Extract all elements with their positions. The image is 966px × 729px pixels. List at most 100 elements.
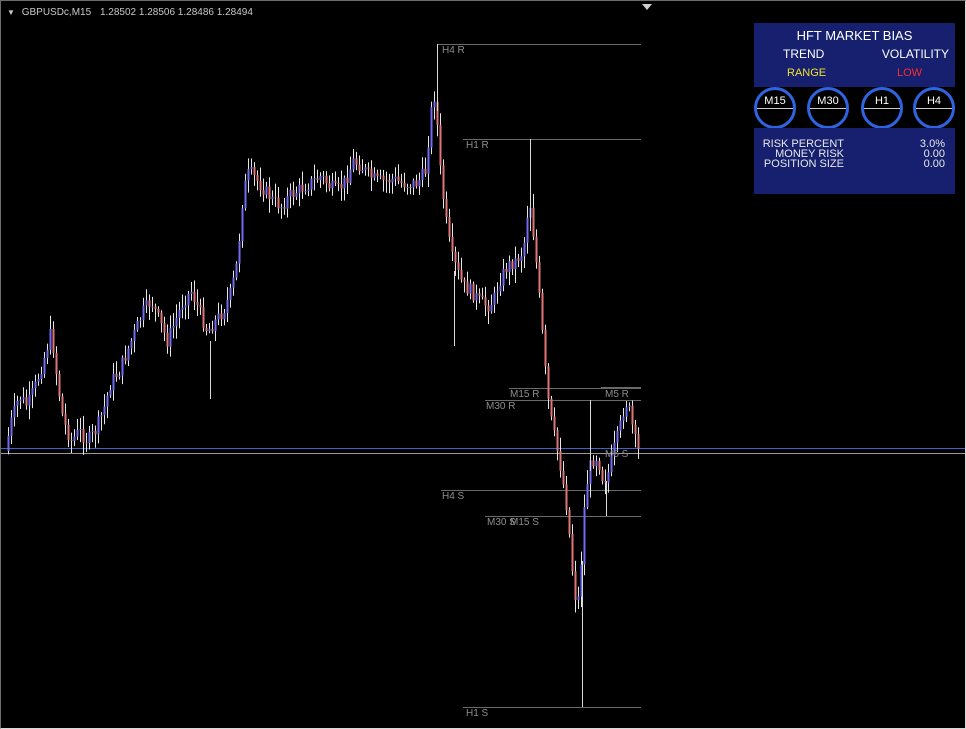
candle-body	[496, 291, 499, 293]
candle-body	[616, 430, 619, 443]
candle-body	[601, 470, 604, 482]
candle-body	[460, 269, 463, 280]
candle-body	[298, 184, 301, 194]
candle-body	[493, 292, 496, 305]
candle-body	[358, 164, 361, 172]
candle-body	[487, 305, 490, 312]
candle-body	[163, 323, 166, 333]
candle-body	[382, 175, 385, 180]
candle-body	[346, 177, 349, 183]
candle-body	[238, 241, 241, 264]
candle-body	[445, 198, 448, 217]
level-label-h4-r: H4 R	[442, 45, 465, 56]
candle-body	[619, 420, 622, 431]
candle-body	[520, 256, 523, 261]
candle-body	[127, 348, 130, 361]
candle-body	[268, 186, 271, 200]
candle-body	[403, 182, 406, 188]
candle-body	[280, 207, 283, 209]
candle-body	[631, 405, 634, 425]
candle-body	[160, 312, 163, 324]
candle-body	[109, 390, 112, 396]
timeframe-m30-indicator: M30	[807, 87, 849, 129]
candle-body	[406, 186, 409, 188]
timeframe-label: M30	[817, 95, 839, 107]
candle-body	[355, 158, 358, 165]
candle-body	[178, 309, 181, 318]
level-label-h1-r: H1 R	[466, 140, 489, 151]
level-label-m5-s: M5 S	[605, 449, 629, 460]
candle-body	[106, 395, 109, 407]
candle-body	[139, 320, 142, 322]
level-label-m30-r: M30 R	[486, 401, 516, 412]
candle-body	[136, 320, 139, 330]
candle-body	[367, 167, 370, 169]
candle-body	[31, 388, 34, 395]
candle-body	[439, 124, 442, 166]
position-size-value: 0.00	[923, 158, 945, 170]
candle-body	[124, 357, 127, 361]
candle-body	[364, 167, 367, 170]
chart-window[interactable]: ▼ GBPUSDc,M15 1.28502 1.28506 1.28486 1.…	[0, 0, 966, 729]
candle-body	[295, 193, 298, 197]
candle-body	[577, 596, 580, 601]
candle-body	[304, 191, 307, 193]
candle-body	[388, 180, 391, 183]
candle-body	[58, 374, 61, 397]
candle-body	[412, 180, 415, 188]
candle-body	[385, 179, 388, 181]
candle-body	[307, 189, 310, 192]
timeframe-divider	[757, 108, 793, 109]
candle-body	[481, 295, 484, 298]
candle-body	[517, 258, 520, 261]
candle-body	[325, 175, 328, 184]
candle-body	[292, 190, 295, 197]
candle-body	[181, 307, 184, 310]
candle-body	[316, 178, 319, 181]
candle-body	[526, 217, 529, 243]
candle-body	[607, 472, 610, 483]
candle-body	[505, 268, 508, 273]
timeframe-h1-indicator: H1	[861, 87, 903, 129]
candle-body	[148, 300, 151, 307]
collapse-triangle-icon[interactable]: ▼	[7, 8, 15, 17]
timeframe-divider	[916, 108, 952, 109]
candle-body	[235, 263, 238, 278]
candle-body	[262, 190, 265, 195]
candle-body	[466, 281, 469, 294]
candle-body	[361, 169, 364, 172]
candle-body	[394, 176, 397, 179]
candle-body	[556, 430, 559, 452]
candle-body	[277, 197, 280, 209]
candle-body	[205, 327, 208, 331]
candle-body	[541, 292, 544, 330]
candle-body	[49, 328, 52, 350]
candle-body	[373, 173, 376, 178]
candle-body	[52, 328, 55, 354]
candle-body	[319, 176, 322, 181]
candle-body	[553, 416, 556, 431]
candle-body	[397, 176, 400, 181]
candle-body	[271, 196, 274, 200]
level-label-m15-s: M15 S	[510, 517, 539, 528]
timeframe-h4-indicator: H4	[913, 87, 955, 129]
candle-body	[82, 429, 85, 443]
candle-body	[115, 373, 118, 377]
candle-body	[598, 460, 601, 471]
candle-body	[70, 439, 73, 441]
candle-body	[514, 258, 517, 270]
timeframe-label: M15	[764, 95, 786, 107]
candle-body	[97, 416, 100, 435]
candle-body	[301, 184, 304, 192]
candle-body	[472, 283, 475, 301]
candle-body	[322, 175, 325, 177]
candle-body	[214, 319, 217, 332]
candle-body	[76, 429, 79, 437]
candle-body	[13, 405, 16, 418]
candle-body	[130, 340, 133, 349]
timeframe-label: H1	[874, 95, 890, 107]
chart-shift-marker-icon[interactable]	[642, 4, 652, 10]
candle-body	[559, 451, 562, 471]
candle-body	[334, 180, 337, 183]
candle-body	[217, 313, 220, 320]
